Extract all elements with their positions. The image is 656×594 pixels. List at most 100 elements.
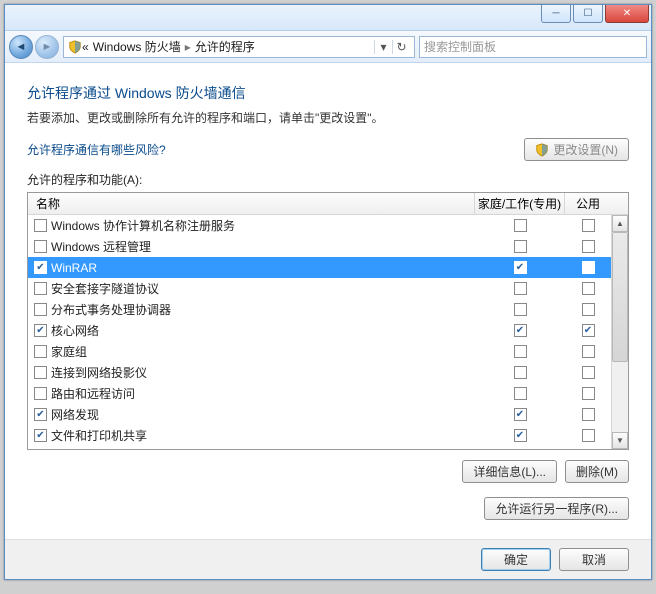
close-button[interactable]: ✕ bbox=[605, 5, 649, 23]
back-button[interactable]: ◄ bbox=[9, 35, 33, 59]
cell-public bbox=[565, 282, 611, 295]
table-row[interactable]: ✔WinRAR✔ bbox=[28, 257, 628, 278]
scroll-down-button[interactable]: ▼ bbox=[612, 432, 628, 449]
cell-name: ✔WinRAR bbox=[28, 261, 475, 275]
checkbox[interactable] bbox=[582, 240, 595, 253]
checkbox[interactable] bbox=[514, 240, 527, 253]
ok-button[interactable]: 确定 bbox=[481, 548, 551, 571]
row-label: Windows 远程管理 bbox=[51, 238, 151, 255]
cancel-button[interactable]: 取消 bbox=[559, 548, 629, 571]
details-button[interactable]: 详细信息(L)... bbox=[462, 460, 557, 483]
address-dropdown-icon[interactable]: ▾ bbox=[374, 40, 392, 54]
checkbox[interactable]: ✔ bbox=[514, 408, 527, 421]
page-title: 允许程序通过 Windows 防火墙通信 bbox=[27, 83, 629, 103]
row-label: 核心网络 bbox=[51, 322, 99, 339]
arrow-right-icon: ► bbox=[42, 41, 53, 53]
checkbox[interactable] bbox=[34, 282, 47, 295]
checkbox[interactable] bbox=[34, 366, 47, 379]
checkbox[interactable]: ✔ bbox=[514, 429, 527, 442]
cell-public bbox=[565, 366, 611, 379]
cell-name: 家庭组 bbox=[28, 343, 475, 360]
cell-public bbox=[565, 345, 611, 358]
allow-another-button[interactable]: 允许运行另一程序(R)... bbox=[484, 497, 629, 520]
control-panel-window: ─ ☐ ✕ ◄ ► « Windows 防火墙 ▸ 允许的程序 ▾ ↻ bbox=[4, 4, 652, 580]
checkbox[interactable] bbox=[514, 219, 527, 232]
cell-public bbox=[565, 219, 611, 232]
checkbox[interactable] bbox=[514, 303, 527, 316]
table-row[interactable]: 安全套接字隧道协议 bbox=[28, 278, 628, 299]
checkbox[interactable]: ✔ bbox=[514, 261, 527, 274]
list-buttons-row: 详细信息(L)... 删除(M) bbox=[27, 460, 629, 483]
window-controls: ─ ☐ ✕ bbox=[539, 5, 649, 23]
checkbox[interactable] bbox=[582, 408, 595, 421]
breadcrumb-item[interactable]: 允许的程序 bbox=[195, 38, 255, 55]
table-row[interactable]: 家庭组 bbox=[28, 341, 628, 362]
checkbox[interactable] bbox=[514, 366, 527, 379]
cell-home: ✔ bbox=[475, 429, 565, 442]
address-bar[interactable]: « Windows 防火墙 ▸ 允许的程序 ▾ ↻ bbox=[63, 36, 415, 58]
minimize-button[interactable]: ─ bbox=[541, 5, 571, 23]
page-description: 若要添加、更改或删除所有允许的程序和端口，请单击"更改设置"。 bbox=[27, 109, 629, 126]
row-label: 文件和打印机共享 bbox=[51, 427, 147, 444]
cell-name: ✔ 核心网络 bbox=[28, 322, 475, 339]
breadcrumb-item[interactable]: Windows 防火墙 bbox=[93, 38, 181, 55]
table-row[interactable]: 分布式事务处理协调器 bbox=[28, 299, 628, 320]
table-row[interactable]: ✔ 核心网络 ✔ ✔ bbox=[28, 320, 628, 341]
checkbox[interactable] bbox=[34, 303, 47, 316]
checkbox[interactable] bbox=[514, 282, 527, 295]
cell-name: 路由和远程访问 bbox=[28, 385, 475, 402]
change-settings-label: 更改设置(N) bbox=[553, 141, 618, 158]
table-row[interactable]: Windows 协作计算机名称注册服务 bbox=[28, 215, 628, 236]
maximize-button[interactable]: ☐ bbox=[573, 5, 603, 23]
scroll-up-button[interactable]: ▲ bbox=[612, 215, 628, 232]
column-header-home[interactable]: 家庭/工作(专用) bbox=[475, 193, 565, 214]
checkbox[interactable]: ✔ bbox=[582, 324, 595, 337]
allow-another-row: 允许运行另一程序(R)... bbox=[27, 497, 629, 520]
checkbox[interactable] bbox=[582, 387, 595, 400]
cell-home bbox=[475, 282, 565, 295]
nav-buttons: ◄ ► bbox=[9, 35, 59, 59]
table-row[interactable]: 路由和远程访问 bbox=[28, 383, 628, 404]
table-row[interactable]: ✔ 文件和打印机共享 ✔ bbox=[28, 425, 628, 446]
scroll-thumb[interactable] bbox=[612, 232, 628, 362]
row-label: 连接到网络投影仪 bbox=[51, 364, 147, 381]
risk-link[interactable]: 允许程序通信有哪些风险? bbox=[27, 141, 166, 158]
list-header: 名称 家庭/工作(专用) 公用 bbox=[28, 193, 628, 215]
column-header-public[interactable]: 公用 bbox=[565, 193, 611, 214]
column-header-name[interactable]: 名称 bbox=[28, 193, 475, 214]
checkbox[interactable] bbox=[582, 303, 595, 316]
cell-home bbox=[475, 366, 565, 379]
checkbox[interactable]: ✔ bbox=[34, 324, 47, 337]
checkbox[interactable]: ✔ bbox=[34, 408, 47, 421]
checkbox[interactable] bbox=[34, 387, 47, 400]
remove-button[interactable]: 删除(M) bbox=[565, 460, 629, 483]
table-row[interactable]: Windows 远程管理 bbox=[28, 236, 628, 257]
checkbox[interactable] bbox=[514, 345, 527, 358]
checkbox[interactable]: ✔ bbox=[514, 324, 527, 337]
checkbox[interactable] bbox=[582, 366, 595, 379]
table-row[interactable]: ✔网络发现✔ bbox=[28, 404, 628, 425]
checkbox[interactable] bbox=[582, 219, 595, 232]
cell-name: Windows 远程管理 bbox=[28, 238, 475, 255]
refresh-icon[interactable]: ↻ bbox=[392, 40, 410, 54]
checkbox[interactable] bbox=[34, 219, 47, 232]
checkbox[interactable] bbox=[34, 240, 47, 253]
dialog-buttons: 确定 取消 bbox=[5, 539, 651, 579]
checkbox[interactable] bbox=[582, 282, 595, 295]
checkbox[interactable]: ✔ bbox=[34, 429, 47, 442]
checkbox[interactable] bbox=[514, 387, 527, 400]
table-row[interactable]: 连接到网络投影仪 bbox=[28, 362, 628, 383]
search-input[interactable]: 搜索控制面板 bbox=[419, 36, 647, 58]
cell-home: ✔ bbox=[475, 261, 565, 274]
search-placeholder: 搜索控制面板 bbox=[424, 38, 496, 55]
checkbox[interactable] bbox=[582, 429, 595, 442]
checkbox[interactable]: ✔ bbox=[34, 261, 47, 274]
checkbox[interactable] bbox=[582, 345, 595, 358]
forward-button[interactable]: ► bbox=[35, 35, 59, 59]
breadcrumb-separator-icon: ▸ bbox=[185, 40, 191, 54]
scrollbar[interactable]: ▲ ▼ bbox=[611, 215, 628, 449]
checkbox[interactable] bbox=[582, 261, 595, 274]
change-settings-button[interactable]: 更改设置(N) bbox=[524, 138, 629, 161]
checkbox[interactable] bbox=[34, 345, 47, 358]
cell-public: ✔ bbox=[565, 324, 611, 337]
